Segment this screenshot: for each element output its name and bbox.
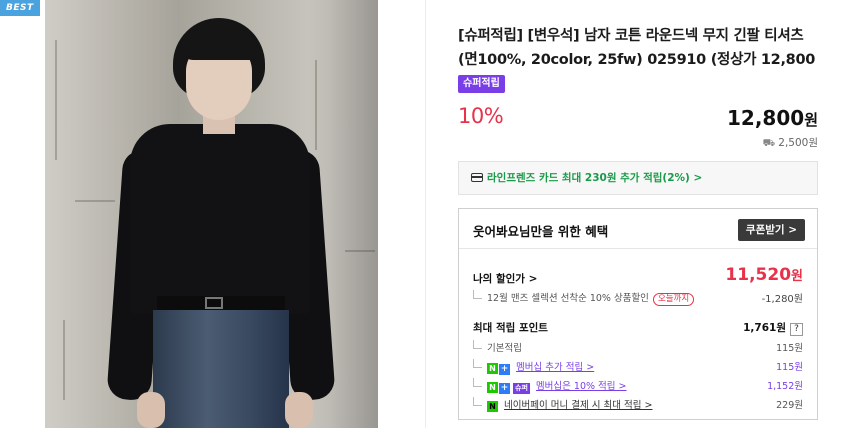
sale-price-value: 12,800 xyxy=(727,106,805,130)
super-points-badge: 슈퍼적립 xyxy=(458,75,505,93)
membership-add-value: 115원 xyxy=(776,362,803,373)
max-points-value: 1,761원 xyxy=(743,322,786,334)
my-price-unit: 원 xyxy=(791,269,803,284)
benefit-box: 웃어봐요님만을 위한 혜택 쿠폰받기 > 나의 할인가 > 11,520원 12… xyxy=(458,208,818,420)
npay-value: 229원 xyxy=(776,400,803,411)
product-title: [슈퍼적립] [변우석] 남자 코튼 라운드넥 무지 긴팔 티셔츠 (면100%… xyxy=(458,28,816,92)
benefit-header: 웃어봐요님만을 위한 혜택 쿠폰받기 > xyxy=(459,209,817,249)
npay-link[interactable]: 네이버페이 머니 결제 시 최대 적립 > xyxy=(504,400,652,411)
best-tag: BEST xyxy=(0,0,40,16)
super-mini-badge: 슈퍼 xyxy=(513,383,530,394)
max-points-row: 최대 적립 포인트 1,761원? xyxy=(473,320,803,336)
my-price-label: 나의 할인가 > xyxy=(473,273,538,285)
basic-points-value: 115원 xyxy=(776,343,803,354)
tree-line-icon xyxy=(473,378,482,387)
card-promo-banner[interactable]: 라인프렌즈 카드 최대 230원 추가 적립(2%) > xyxy=(458,161,818,195)
benefit-title: 웃어봐요님만을 위한 혜택 xyxy=(473,224,609,239)
membership-add-row: N + 멤버십 추가 적립 > 115원 xyxy=(473,359,803,375)
naver-n-icon: N xyxy=(487,363,498,374)
max-points-label: 최대 적립 포인트 xyxy=(473,322,548,334)
shipping-fee-value: 2,500원 xyxy=(778,137,818,149)
tree-line-icon xyxy=(473,340,482,349)
discount-detail-row: 12월 맨즈 셀렉션 선착순 10% 상품할인 오늘까지 -1,280원 xyxy=(473,290,803,306)
shipping-fee: ⛟ 2,500원 xyxy=(763,135,818,151)
discount-detail-value: -1,280원 xyxy=(761,294,803,305)
membership-10-link[interactable]: 멤버십은 10% 적립 > xyxy=(536,381,627,392)
tree-line-icon xyxy=(473,397,482,406)
sale-price-unit: 원 xyxy=(804,111,818,129)
today-only-tag: 오늘까지 xyxy=(652,293,695,306)
naver-n-icon: N xyxy=(487,382,498,393)
product-photo[interactable] xyxy=(45,0,378,428)
membership-10-row: N + 슈퍼 멤버십은 10% 적립 > 1,152원 xyxy=(473,378,803,394)
npay-row: N 네이버페이 머니 결제 시 최대 적립 > 229원 xyxy=(473,397,803,412)
naver-plus-icon: + xyxy=(499,364,510,375)
my-price-value: 11,520원 xyxy=(725,265,803,285)
membership-10-value: 1,152원 xyxy=(767,381,803,392)
vertical-divider xyxy=(425,0,426,428)
basic-points-label: 기본적립 xyxy=(487,343,522,354)
basic-points-row: 기본적립 115원 xyxy=(473,340,803,354)
discount-rate: 10% xyxy=(458,104,504,128)
tree-line-icon xyxy=(473,359,482,368)
truck-icon: ⛟ xyxy=(762,138,776,149)
card-icon xyxy=(471,173,483,182)
my-price-number: 11,520 xyxy=(725,265,792,285)
membership-add-link[interactable]: 멤버십 추가 적립 > xyxy=(516,362,594,373)
coupon-button[interactable]: 쿠폰받기 > xyxy=(737,219,805,241)
card-promo-text: 라인프렌즈 카드 최대 230원 추가 적립(2%) > xyxy=(487,172,703,184)
sale-price: 12,800원 xyxy=(727,106,818,130)
tree-line-icon xyxy=(473,290,482,299)
discount-detail-label: 12월 맨즈 셀렉션 선착순 10% 상품할인 xyxy=(487,293,649,304)
naver-plus-icon: + xyxy=(499,383,510,394)
max-points-value-wrap: 1,761원? xyxy=(743,320,803,336)
my-price-row[interactable]: 나의 할인가 > 11,520원 xyxy=(473,265,803,286)
naver-pay-icon: N xyxy=(487,401,498,412)
help-icon[interactable]: ? xyxy=(790,323,803,336)
product-image-area: BEST xyxy=(0,0,425,428)
